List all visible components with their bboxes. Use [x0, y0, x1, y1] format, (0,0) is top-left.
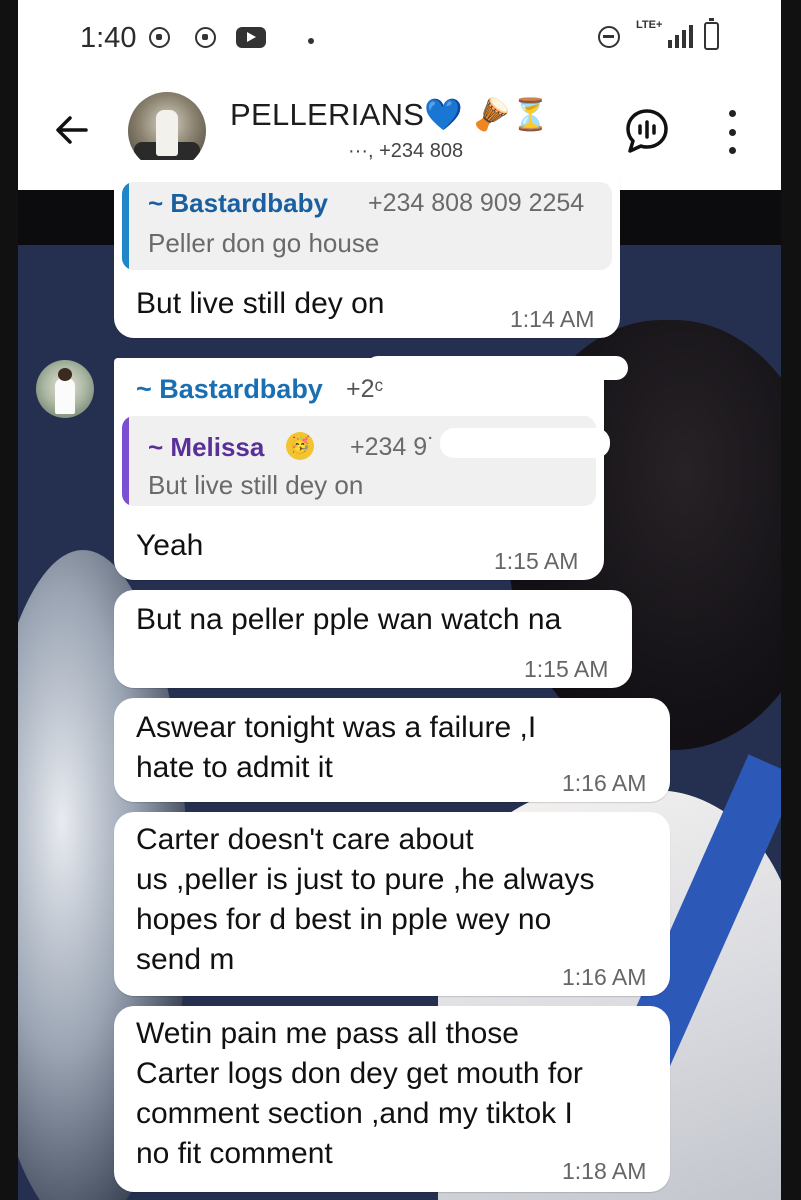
quoted-text: But live still dey on — [148, 470, 364, 500]
quote-accent-bar — [122, 416, 129, 506]
network-type-icon: LTE+ — [636, 19, 663, 31]
group-avatar[interactable] — [128, 92, 206, 170]
whatsapp-notification-icon — [146, 24, 172, 50]
message-bubble[interactable]: Wetin pain me pass all those Carter logs… — [114, 1006, 670, 1192]
message-time: 1:16 AM — [562, 770, 647, 796]
quoted-sender-phone: +234 808 909 2254 — [368, 189, 585, 217]
redaction-mark — [440, 428, 610, 458]
quote-accent-bar — [122, 182, 129, 270]
message-text: Aswear tonight was a failure ,I hate to … — [136, 711, 537, 784]
more-notifications-dot-icon — [308, 38, 314, 44]
message-text: But na peller pple wan watch na — [136, 603, 562, 636]
sender-avatar[interactable] — [36, 360, 94, 418]
whatsapp-business-notification-icon — [192, 24, 218, 50]
message-time: 1:18 AM — [562, 1158, 647, 1184]
battery-icon — [704, 18, 719, 50]
partying-face-emoji-icon: 🥳 — [286, 432, 314, 460]
back-arrow-icon[interactable] — [50, 108, 94, 152]
quoted-message[interactable]: ~ Bastardbaby +234 808 909 2254 Peller d… — [122, 182, 612, 270]
overflow-menu-icon[interactable] — [722, 110, 742, 154]
screen-frame-left — [0, 0, 18, 1200]
quoted-sender-name: ~ Bastardbaby — [148, 188, 328, 218]
message-bubble[interactable]: Carter doesn't care about us ,peller is … — [114, 812, 670, 996]
screen-frame-right — [781, 0, 801, 1200]
message-time: 1:15 AM — [524, 656, 609, 682]
group-participants[interactable]: ···, +234 808 — [348, 140, 463, 162]
voice-chat-icon[interactable] — [622, 106, 672, 156]
do-not-disturb-icon — [596, 24, 622, 50]
redaction-mark — [366, 356, 628, 380]
message-text: But live still dey on — [136, 287, 385, 320]
message-bubble[interactable]: But na peller pple wan watch na 1:15 AM — [114, 590, 632, 688]
status-time: 1:40 — [80, 22, 137, 54]
quoted-sender-name: ~ Melissa — [148, 432, 265, 462]
status-bar: 1:40 LTE+ — [18, 0, 781, 80]
message-text: Yeah — [136, 529, 204, 562]
signal-strength-icon — [668, 24, 693, 48]
group-name[interactable]: PELLERIANS💙 🪘⏳ — [230, 96, 550, 133]
quoted-sender-phone: +234 9˙ — [350, 433, 436, 461]
message-text: Carter doesn't care about us ,peller is … — [136, 823, 595, 976]
message-time: 1:16 AM — [562, 964, 647, 990]
message-time: 1:14 AM — [510, 306, 595, 332]
message-text: Wetin pain me pass all those Carter logs… — [136, 1017, 583, 1170]
message-bubble[interactable]: ~ Bastardbaby +2ᶜ ~ Melissa +234 9˙ But … — [114, 358, 604, 580]
quoted-text: Peller don go house — [148, 228, 380, 258]
message-time: 1:15 AM — [494, 548, 579, 574]
message-bubble[interactable]: Aswear tonight was a failure ,I hate to … — [114, 698, 670, 802]
youtube-notification-icon — [234, 24, 268, 50]
sender-name[interactable]: ~ Bastardbaby — [136, 374, 323, 405]
